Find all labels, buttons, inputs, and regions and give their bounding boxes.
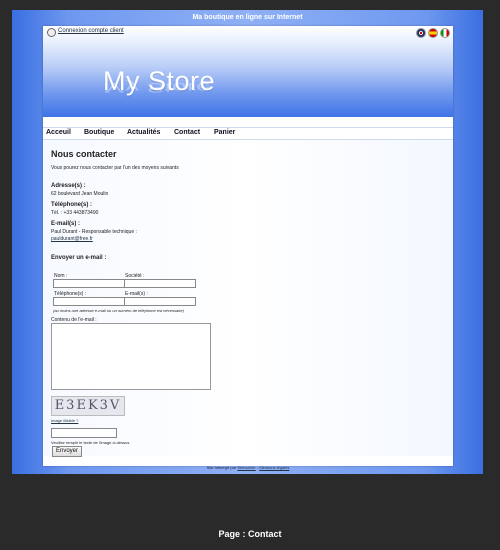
footer-link-host[interactable]: WebsaVer [237, 465, 255, 470]
name-input[interactable] [53, 279, 125, 288]
captcha-instruction: Veuillez remplir le texte de l'image ci-… [51, 440, 130, 445]
captcha-refresh-link[interactable]: Image illisible ? [51, 418, 78, 423]
login-link[interactable]: Connexion compte client [58, 28, 124, 34]
nav-item-shop[interactable]: Boutique [84, 129, 114, 136]
phone-label: Téléphone(s) : [51, 202, 93, 208]
captcha-input[interactable] [51, 428, 117, 438]
email-label: E-mail(s) : [51, 221, 81, 227]
captcha-image: E3EK3V [51, 396, 125, 416]
contact-intro: Vous pourez nous contacter par l'un des … [51, 165, 179, 171]
main-nav: Acceuil Boutique Actualités Contact Pani… [43, 127, 453, 140]
main-content: Nous contacter Vous pourez nous contacte… [43, 140, 453, 457]
site-title: Ma boutique en ligne sur Internet [192, 14, 303, 21]
form-hint: (au moins une adresse e-mail ou un numér… [53, 308, 184, 313]
spain-flag-icon[interactable] [428, 28, 438, 38]
nav-item-home[interactable]: Acceuil [46, 129, 71, 136]
uk-flag-icon[interactable] [416, 28, 426, 38]
nav-item-news[interactable]: Actualités [127, 129, 160, 136]
email-person: Paul Durant - Responsable technique : [51, 229, 137, 235]
screenshot-frame: Ma boutique en ligne sur Internet Connex… [12, 10, 483, 474]
nav-item-contact[interactable]: Contact [174, 129, 200, 136]
address-value: 62 boulevard Jean Moulin [51, 191, 109, 197]
submit-button[interactable]: Envoyer [52, 446, 83, 457]
header-banner: Connexion compte client My Store My Stor… [43, 26, 453, 117]
form-heading: Envoyer un e-mail : [51, 255, 107, 261]
footer: Site hébergé par WebsaVer - Mentions lég… [43, 465, 453, 470]
email-link[interactable]: pauldurant@free.fr [51, 236, 93, 242]
email-input[interactable] [124, 297, 196, 306]
page-caption: Page : Contact [218, 529, 282, 539]
italy-flag-icon[interactable] [440, 28, 450, 38]
address-label: Adresse(s) : [51, 183, 86, 189]
page-container: Connexion compte client My Store My Stor… [43, 26, 453, 466]
footer-text: Site hébergé par [206, 465, 237, 470]
footer-link-legal[interactable]: Mentions légales [259, 465, 289, 470]
language-flags [416, 28, 450, 38]
company-input[interactable] [124, 279, 196, 288]
phone-value: Tél. : +33 443873490 [51, 210, 99, 216]
store-logo-reflection: My Store [103, 80, 212, 95]
page-title: Nous contacter [51, 149, 117, 159]
user-icon [47, 28, 56, 37]
phone-input[interactable] [53, 297, 125, 306]
nav-item-cart[interactable]: Panier [214, 129, 235, 136]
message-textarea[interactable] [51, 323, 211, 390]
